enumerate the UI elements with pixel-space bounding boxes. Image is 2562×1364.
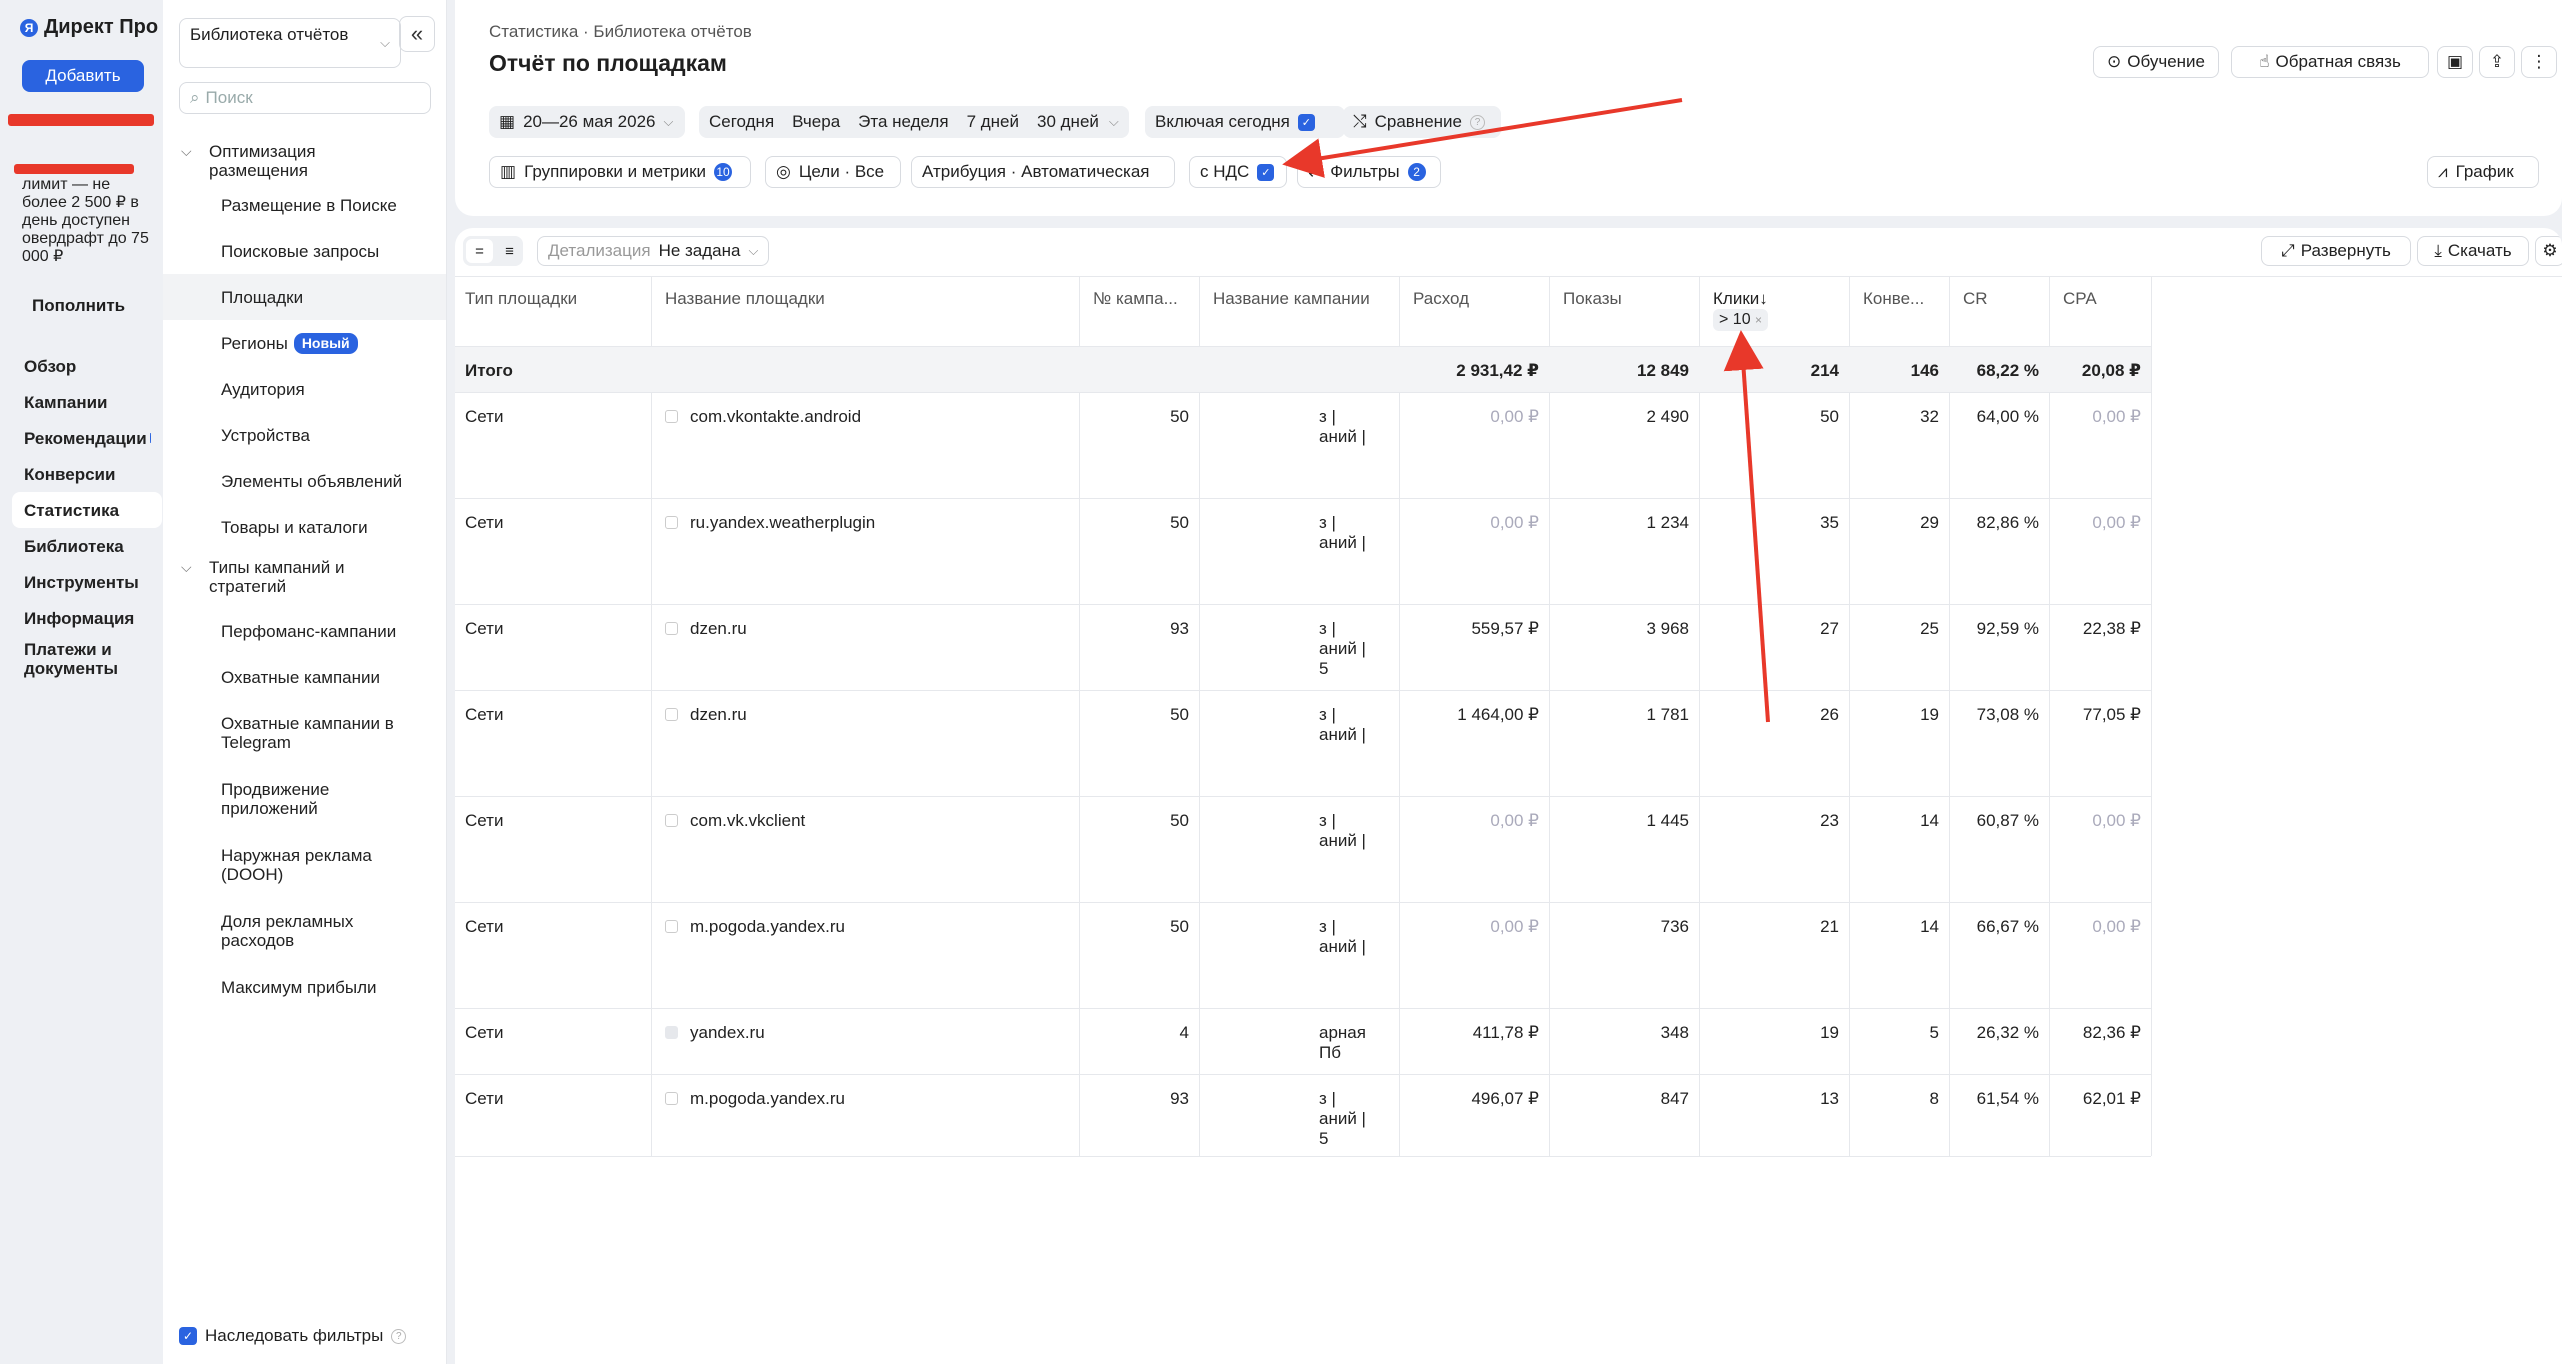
annotation-arrow-vat	[1282, 98, 1683, 178]
annotation-arrow-clicks	[1723, 330, 1770, 723]
annotation-arrows	[1282, 98, 1770, 723]
